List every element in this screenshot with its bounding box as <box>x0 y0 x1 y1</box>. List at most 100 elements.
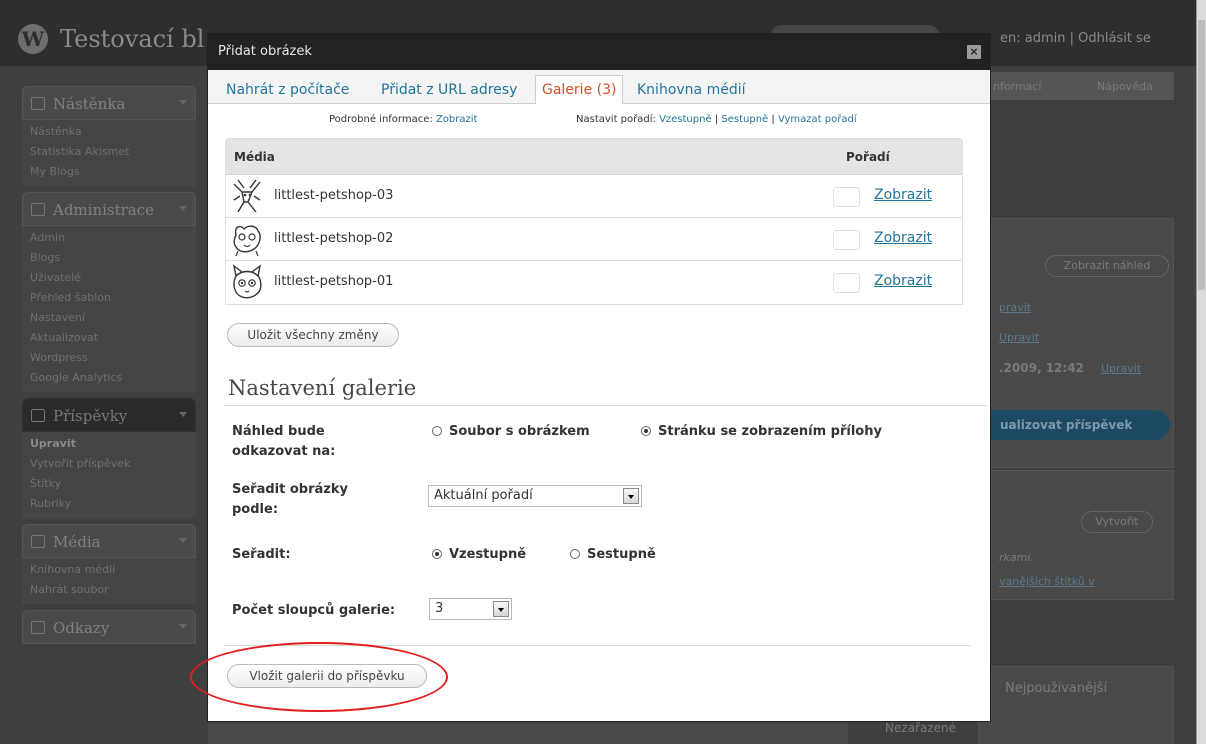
tab-media-library[interactable]: Knihovna médií <box>637 78 746 104</box>
site-title: Testovací bl <box>60 25 205 53</box>
screen-options-bar: nformací Nápověda <box>978 72 1174 100</box>
table-row: littlest-petshop-02 Zobrazit <box>226 218 962 261</box>
wordpress-logo-icon: W <box>18 24 48 54</box>
dialog-title: Přidat obrázek <box>208 34 990 70</box>
order-direction-label: Seřadit: <box>232 547 291 562</box>
sidebar-item-categories[interactable]: Rubriky <box>22 494 196 514</box>
order-controls-line: Nastavit pořadí: Vzestupně | Sestupně | … <box>576 114 857 125</box>
chevron-down-icon[interactable] <box>493 601 509 617</box>
sidebar-item-analytics[interactable]: Google Analytics <box>22 368 196 388</box>
radio-checked-icon[interactable] <box>432 549 442 559</box>
tags-hint: rkami. <box>999 551 1034 564</box>
most-used-tab[interactable]: Nejpoužívanější <box>1005 681 1107 696</box>
sidebar-heading-label: Média <box>53 533 101 551</box>
sidebar-heading-label: Odkazy <box>53 619 110 637</box>
sidebar-links-heading[interactable]: Odkazy <box>22 610 196 644</box>
sidebar-item-tags[interactable]: Štítky <box>22 474 196 494</box>
scrollbar-thumb[interactable] <box>1198 20 1205 290</box>
media-name: littlest-petshop-02 <box>274 231 394 246</box>
order-input[interactable] <box>833 273 860 293</box>
save-all-changes-button[interactable]: Uložit všechny změny <box>227 323 399 347</box>
sidebar-posts-heading[interactable]: Příspěvky <box>22 398 196 432</box>
sidebar-item-wordpress[interactable]: Wordpress <box>22 348 196 368</box>
tab-help[interactable]: Nápověda <box>1097 80 1153 93</box>
column-media: Média <box>234 150 275 164</box>
edit-date-link[interactable]: Upravit <box>1101 362 1141 375</box>
order-clear-link[interactable]: Vymazat pořadí <box>778 114 857 125</box>
editor-footer-strip <box>208 723 848 744</box>
details-show-link[interactable]: Zobrazit <box>436 114 478 125</box>
sidebar-item-blogs[interactable]: Blogs <box>22 248 196 268</box>
order-desc-link[interactable]: Sestupně <box>721 114 768 125</box>
table-row: littlest-petshop-01 Zobrazit <box>226 261 962 304</box>
popular-tags-link[interactable]: vanějších štítků v <box>999 575 1095 588</box>
sidebar-media-list: Knihovna médií Nahrát soubor <box>22 558 196 604</box>
chevron-down-icon <box>179 538 187 543</box>
sidebar-dashboard-heading[interactable]: Nástěnka <box>22 86 196 120</box>
sidebar-admin-heading[interactable]: Administrace <box>22 192 196 226</box>
insert-gallery-button[interactable]: Vložit galerii do příspěvku <box>227 664 427 688</box>
sidebar-item-dashboard[interactable]: Nástěnka <box>22 122 196 142</box>
sidebar-item-update[interactable]: Aktualizovat <box>22 328 196 348</box>
details-label: Podrobné informace: <box>329 114 433 125</box>
sidebar-item-users[interactable]: Uživatelé <box>22 268 196 288</box>
order-input[interactable] <box>833 187 860 207</box>
show-link[interactable]: Zobrazit <box>874 187 932 203</box>
divider <box>225 405 987 406</box>
show-link[interactable]: Zobrazit <box>874 273 932 289</box>
add-image-dialog: Přidat obrázek × Nahrát z počítače Přida… <box>207 33 991 722</box>
tab-upload-from-computer[interactable]: Nahrát z počítače <box>226 78 349 104</box>
update-post-button[interactable]: ualizovat příspěvek <box>978 410 1170 440</box>
sidebar-item-admin[interactable]: Admin <box>22 228 196 248</box>
order-ascending-radio[interactable]: Vzestupně <box>432 545 526 565</box>
columns-label: Počet sloupců galerie: <box>232 603 396 618</box>
sidebar-item-settings[interactable]: Nastavení <box>22 308 196 328</box>
show-link[interactable]: Zobrazit <box>874 230 932 246</box>
pin-icon <box>31 409 45 422</box>
tab-info[interactable]: nformací <box>993 80 1041 93</box>
order-input[interactable] <box>833 230 860 250</box>
folder-icon <box>31 203 45 216</box>
sketch-figure-icon <box>233 179 261 213</box>
tab-gallery[interactable]: Galerie (3) <box>535 75 624 105</box>
create-tag-button[interactable]: Vytvořit <box>1081 511 1153 533</box>
orderby-select[interactable]: Aktuální pořadí <box>428 485 642 507</box>
columns-value: 3 <box>435 601 444 616</box>
radio-label: Stránku se zobrazením přílohy <box>658 424 882 439</box>
media-icon <box>31 535 45 548</box>
radio-checked-icon[interactable] <box>641 426 651 436</box>
table-row: littlest-petshop-03 Zobrazit <box>226 175 962 218</box>
preview-button[interactable]: Zobrazit náhled <box>1045 255 1169 277</box>
sidebar-item-akismet[interactable]: Statistika Akismet <box>22 142 196 162</box>
edit-status-link[interactable]: pravit <box>999 301 1031 314</box>
page-scrollbar[interactable] <box>1196 0 1206 744</box>
columns-select[interactable]: 3 <box>429 598 512 620</box>
sidebar-item-upload[interactable]: Nahrát soubor <box>22 580 196 600</box>
order-asc-link[interactable]: Vzestupně <box>659 114 712 125</box>
sidebar-item-my-blogs[interactable]: My Blogs <box>22 162 196 182</box>
order-label: Nastavit pořadí: <box>576 114 656 125</box>
home-icon <box>31 97 45 110</box>
link-to-attachment-radio[interactable]: Stránku se zobrazením přílohy <box>432 422 892 442</box>
chevron-down-icon <box>179 412 187 417</box>
edit-visibility-link[interactable]: Upravit <box>999 331 1039 344</box>
link-to-label: Náhled bude odkazovat na: <box>232 424 336 459</box>
dialog-tabs: Nahrát z počítače Přidat z URL adresy Ga… <box>208 70 990 105</box>
media-name: littlest-petshop-03 <box>274 188 394 203</box>
sidebar-heading-label: Nástěnka <box>53 95 126 113</box>
sidebar-item-themes[interactable]: Přehled šablon <box>22 288 196 308</box>
publish-date: .2009, 12:42 <box>999 361 1084 375</box>
gallery-media-table: Média Pořadí littlest-petshop-03 Zobrazi… <box>225 138 963 305</box>
sidebar-item-new-post[interactable]: Vytvořit příspěvek <box>22 454 196 474</box>
chevron-down-icon[interactable] <box>623 488 639 504</box>
order-descending-radio[interactable]: Sestupně <box>570 545 656 565</box>
close-icon[interactable]: × <box>967 45 981 59</box>
sidebar-item-edit[interactable]: Upravit <box>22 434 196 454</box>
radio-unchecked-icon[interactable] <box>570 549 580 559</box>
user-greeting: en: admin | Odhlásit se <box>1000 31 1151 46</box>
sidebar-item-library[interactable]: Knihovna médií <box>22 560 196 580</box>
sidebar-media-heading[interactable]: Média <box>22 524 196 558</box>
tab-from-url[interactable]: Přidat z URL adresy <box>381 78 517 104</box>
sketch-cat-icon <box>232 264 262 299</box>
chevron-down-icon <box>179 206 187 211</box>
